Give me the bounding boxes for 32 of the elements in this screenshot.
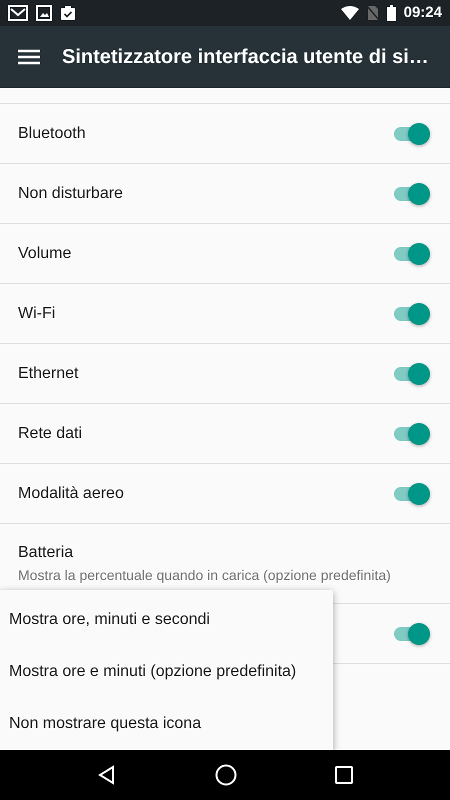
setting-label: Rete dati: [18, 424, 82, 444]
toggle-switch[interactable]: [394, 242, 430, 264]
setting-label: Ethernet: [18, 364, 78, 384]
setting-label: Bluetooth: [18, 124, 86, 144]
menu-item[interactable]: Mostra ore, minuti e secondi: [0, 594, 333, 646]
setting-label: Wi-Fi: [18, 304, 56, 324]
setting-label: Non disturbare: [18, 184, 123, 204]
recents-icon[interactable]: [335, 766, 353, 784]
back-icon[interactable]: [97, 765, 117, 785]
wifi-icon: [340, 6, 359, 20]
app-title: Sintetizzatore interfaccia utente di si…: [62, 45, 429, 70]
no-sim-icon: [366, 5, 379, 21]
image-icon: [36, 5, 52, 21]
menu-icon[interactable]: [18, 49, 40, 65]
toggle-switch[interactable]: [394, 482, 430, 504]
toggle-switch[interactable]: [394, 362, 430, 384]
toggle-switch[interactable]: [394, 622, 430, 644]
setting-summary: Mostra la percentuale quando in carica (opzione predefinita): [18, 566, 392, 585]
clipboard-check-icon: [60, 5, 76, 21]
toggle-switch[interactable]: [394, 122, 430, 144]
battery-icon: [386, 5, 396, 21]
mail-icon: [8, 5, 28, 21]
menu-item[interactable]: Mostra ore e minuti (opzione predefinita): [0, 646, 333, 698]
clock: 09:24: [404, 2, 442, 23]
toggle-switch[interactable]: [394, 182, 430, 204]
toggle-switch[interactable]: [394, 422, 430, 444]
setting-label: Batteria: [18, 543, 74, 563]
setting-label: Modalità aereo: [18, 484, 124, 504]
setting-label: Volume: [18, 244, 72, 264]
menu-item[interactable]: Non mostrare questa icona: [0, 698, 333, 750]
toggle-switch[interactable]: [394, 302, 430, 324]
home-icon[interactable]: [215, 764, 237, 786]
